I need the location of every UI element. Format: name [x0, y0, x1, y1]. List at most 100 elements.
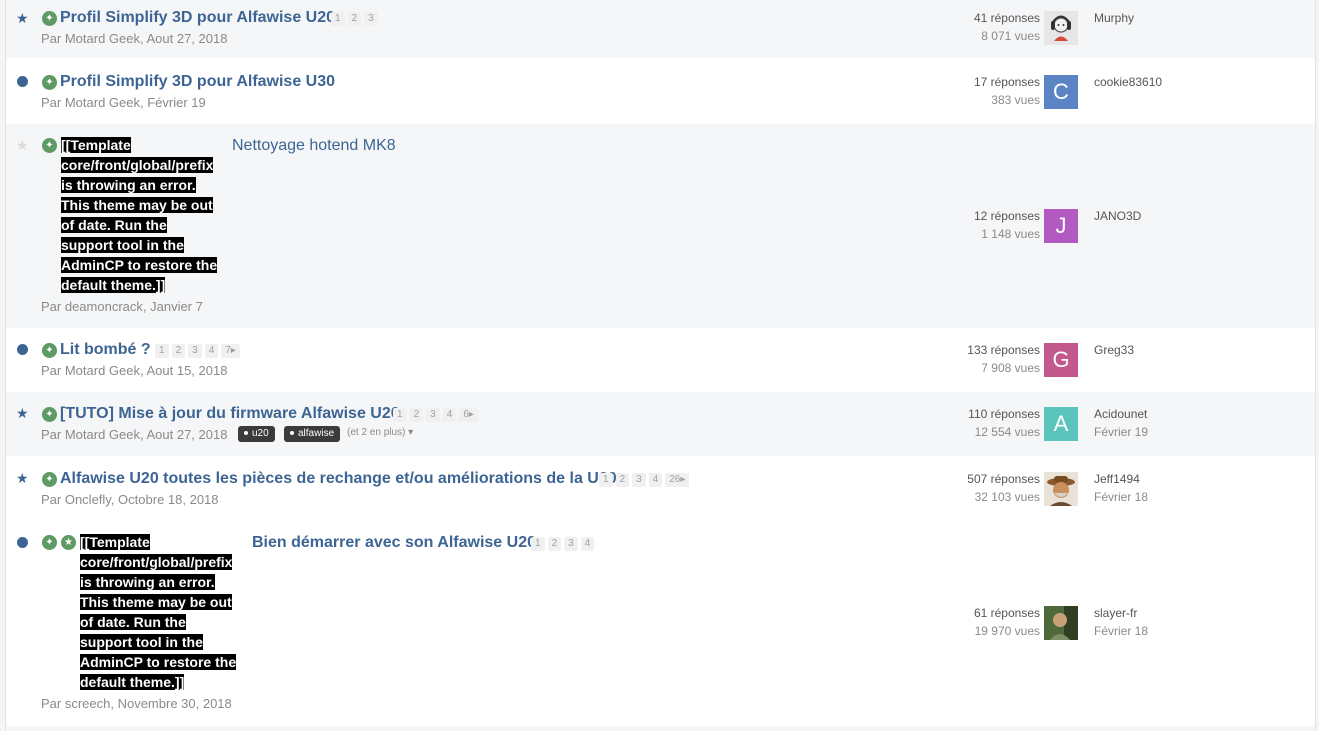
- pin-icon: ✦: [42, 11, 57, 26]
- tag-alfawise[interactable]: alfawise: [284, 426, 341, 442]
- page-link[interactable]: 2: [347, 12, 362, 26]
- last-poster-name[interactable]: Murphy: [1094, 9, 1134, 27]
- last-post-date: Février 18: [1094, 624, 1149, 638]
- last-poster-name[interactable]: Greg33: [1094, 341, 1134, 359]
- pin-icon: ✦: [42, 472, 57, 487]
- star-icon: ★: [16, 470, 29, 486]
- last-poster-name[interactable]: JANO3D: [1094, 207, 1141, 225]
- error-line: default theme.]]: [80, 674, 185, 690]
- topic-row[interactable]: ★ ✦ [TUTO] Mise à jour du firmware Alfaw…: [6, 392, 1315, 456]
- error-line: core/front/global/prefix: [61, 157, 214, 173]
- topic-row[interactable]: ✦ ★ [[Template core/front/global/prefix …: [6, 521, 1315, 725]
- view-count: 383 vues: [991, 93, 1040, 107]
- avatar[interactable]: [1044, 472, 1078, 506]
- topic-row[interactable]: ★ ✦ Alfawise U20 toutes les pièces de re…: [6, 457, 1315, 521]
- page-jump: 1 2 3: [331, 12, 378, 26]
- error-line: of date. Run the: [61, 217, 167, 233]
- error-line: support tool in the: [80, 634, 203, 650]
- avatar[interactable]: A: [1044, 407, 1078, 441]
- topic-title[interactable]: [TUTO] Mise à jour du firmware Alfawise …: [60, 405, 400, 423]
- unread-dot-icon: [17, 344, 28, 355]
- view-count: 8 071 vues: [981, 29, 1040, 43]
- page-jump: 1 2 3 4: [531, 537, 595, 551]
- page-link[interactable]: 2: [409, 408, 424, 422]
- page-link[interactable]: 6▸: [459, 408, 478, 422]
- pin-icon: ✦: [42, 535, 57, 550]
- last-poster: Jeff1494 Février 18: [1094, 470, 1148, 506]
- page-link[interactable]: 1: [155, 344, 169, 358]
- pin-icon: ✦: [42, 138, 57, 153]
- reply-count: 17 réponses: [973, 75, 1040, 89]
- page-link[interactable]: 26▸: [665, 473, 690, 487]
- view-count: 7 908 vues: [981, 361, 1040, 375]
- page-link[interactable]: 1: [599, 473, 613, 487]
- page-link[interactable]: 1: [531, 537, 545, 551]
- page-link[interactable]: 2: [615, 473, 630, 487]
- topic-title[interactable]: Lit bombé ?: [60, 341, 151, 359]
- topic-stats: 133 réponses 7 908 vues: [967, 341, 1040, 377]
- avatar[interactable]: [1044, 11, 1078, 45]
- topic-title[interactable]: Nettoyage hotend MK8: [232, 137, 396, 155]
- unread-dot-icon: [17, 537, 28, 548]
- last-poster-name[interactable]: cookie83610: [1094, 73, 1162, 91]
- topic-stats: 17 réponses 383 vues: [974, 73, 1040, 109]
- page-link[interactable]: 4: [204, 344, 219, 358]
- topic-row[interactable]: ✦ Lit bombé ? 1 2 3 4 7▸ Par Motard Geek…: [6, 328, 1315, 392]
- topic-title[interactable]: Alfawise U20 toutes les pièces de rechan…: [60, 470, 617, 488]
- topic-row[interactable]: ✦ Profil Simplify 3D pour Alfawise U30 P…: [6, 60, 1315, 124]
- page-jump: 1 2 3 4 26▸: [599, 473, 690, 487]
- page-link[interactable]: 1: [393, 408, 407, 422]
- page-link[interactable]: 1: [331, 12, 345, 26]
- view-count: 32 103 vues: [974, 490, 1040, 504]
- tag-u20[interactable]: u20: [238, 426, 275, 442]
- more-tags-toggle[interactable]: (et 2 en plus) ▾: [347, 427, 413, 438]
- topic-meta: Par deamoncrack, Janvier 7: [41, 299, 203, 314]
- page-link[interactable]: 3: [188, 344, 202, 358]
- topic-meta: Par Motard Geek, Aout 27, 2018: [41, 31, 228, 46]
- page-link[interactable]: 7▸: [221, 344, 240, 358]
- pin-icon: ✦: [42, 343, 57, 358]
- page-link[interactable]: 3: [632, 473, 646, 487]
- last-poster: cookie83610: [1094, 73, 1162, 91]
- avatar[interactable]: J: [1044, 209, 1078, 243]
- avatar[interactable]: [1044, 606, 1078, 640]
- page-jump: 1 2 3 4 6▸: [393, 408, 478, 422]
- template-error-message: [[Template core/front/global/prefix is t…: [80, 532, 260, 692]
- avatar[interactable]: G: [1044, 343, 1078, 377]
- star-icon: ★: [16, 137, 29, 153]
- topic-title[interactable]: Profil Simplify 3D pour Alfawise U30: [60, 73, 335, 91]
- page-link[interactable]: 3: [426, 408, 440, 422]
- page-link[interactable]: 2: [547, 537, 562, 551]
- topic-meta: Par Motard Geek, Aout 27, 2018: [41, 427, 228, 442]
- topic-title[interactable]: Profil Simplify 3D pour Alfawise U20: [60, 9, 335, 27]
- last-poster-name[interactable]: slayer-fr: [1094, 604, 1148, 622]
- page-link[interactable]: 3: [364, 12, 378, 26]
- page-link[interactable]: 4: [580, 537, 595, 551]
- page-link[interactable]: 4: [648, 473, 663, 487]
- topic-row[interactable]: ★ ✦ [[Template core/front/global/prefix …: [6, 124, 1315, 328]
- topic-meta: Par Motard Geek, Février 19: [41, 95, 206, 110]
- view-count: 1 148 vues: [981, 227, 1040, 241]
- avatar[interactable]: C: [1044, 75, 1078, 109]
- featured-star-icon: ★: [61, 535, 76, 550]
- topic-list: ★ ✦ Profil Simplify 3D pour Alfawise U20…: [5, 0, 1316, 731]
- topic-meta: Par screech, Novembre 30, 2018: [41, 696, 232, 711]
- reply-count: 507 réponses: [967, 472, 1040, 486]
- topic-row[interactable]: ★ ✦ Profil Simplify 3D pour Alfawise U20…: [6, 0, 1315, 58]
- topic-stats: 507 réponses 32 103 vues: [967, 470, 1040, 506]
- page-link[interactable]: 3: [564, 537, 578, 551]
- last-poster-name[interactable]: Acidounet: [1094, 405, 1148, 423]
- error-line: This theme may be out: [61, 197, 213, 213]
- topic-row[interactable]: [6, 726, 1315, 731]
- last-post-date: Février 19: [1094, 425, 1149, 439]
- tag-label: u20: [252, 428, 269, 439]
- error-line: of date. Run the: [80, 614, 186, 630]
- last-poster-name[interactable]: Jeff1494: [1094, 470, 1148, 488]
- topic-title[interactable]: Bien démarrer avec son Alfawise U20: [252, 534, 536, 552]
- error-line: is throwing an error.: [80, 574, 215, 590]
- last-poster: JANO3D: [1094, 207, 1141, 225]
- reply-count: 12 réponses: [973, 209, 1040, 223]
- page-jump: 1 2 3 4 7▸: [155, 344, 240, 358]
- page-link[interactable]: 4: [442, 408, 457, 422]
- page-link[interactable]: 2: [171, 344, 186, 358]
